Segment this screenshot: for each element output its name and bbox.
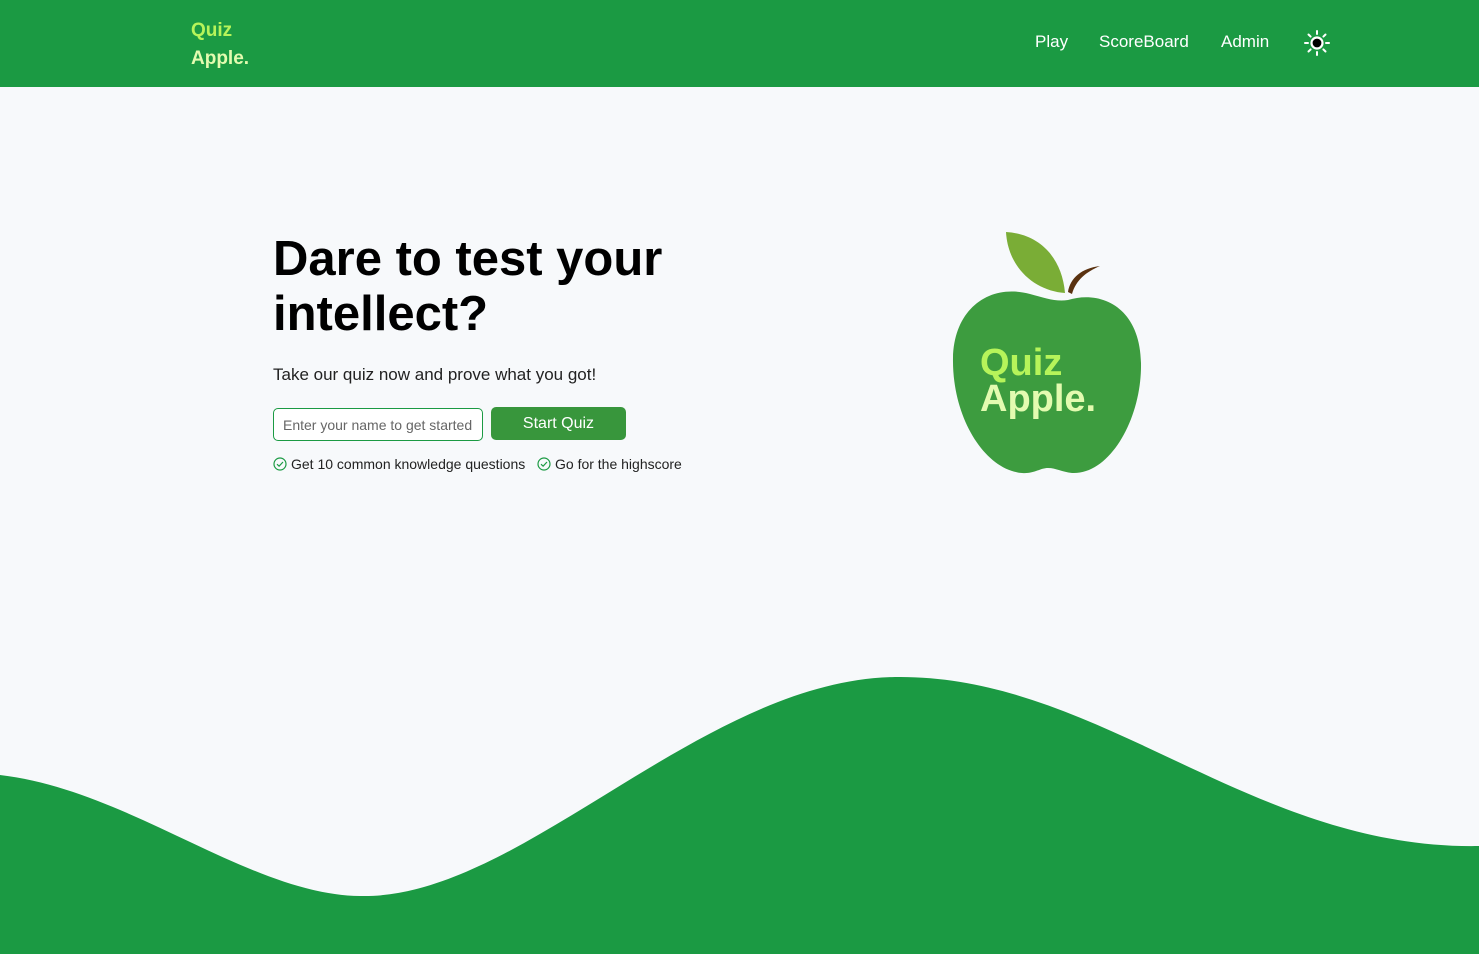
check-circle-icon	[537, 457, 551, 471]
footer-wave	[0, 676, 1479, 954]
player-name-input[interactable]	[273, 408, 483, 441]
apple-text-quiz: Quiz	[980, 342, 1063, 384]
logo-line-quiz: Quiz	[191, 20, 233, 41]
nav-scoreboard-link[interactable]: ScoreBoard	[1099, 31, 1189, 53]
theme-toggle-button[interactable]	[1303, 29, 1331, 57]
apple-leaf	[1006, 232, 1065, 293]
feature-item-highscore: Go for the highscore	[537, 456, 682, 472]
feature-item-questions: Get 10 common knowledge questions	[273, 456, 525, 472]
apple-stem	[1068, 266, 1100, 294]
logo-line-apple: Apple.	[191, 48, 250, 69]
start-quiz-button[interactable]: Start Quiz	[491, 407, 626, 440]
top-navbar: Quiz Apple. Play ScoreBoard Admin	[0, 0, 1479, 87]
check-circle-icon	[273, 457, 287, 471]
feature-label: Get 10 common knowledge questions	[291, 456, 526, 472]
nav-admin-link[interactable]: Admin	[1221, 31, 1269, 53]
apple-logo-text: Quiz Apple.	[980, 342, 1097, 420]
apple-text-apple: Apple.	[980, 378, 1097, 420]
sun-icon	[1304, 30, 1330, 56]
brand-logo[interactable]: Quiz Apple.	[191, 17, 249, 73]
nav-play-link[interactable]: Play	[1035, 31, 1068, 53]
feature-label: Go for the highscore	[555, 456, 682, 472]
hero-title: Dare to test your intellect?	[273, 232, 663, 341]
hero-subtitle: Take our quiz now and prove what you got…	[273, 365, 597, 384]
